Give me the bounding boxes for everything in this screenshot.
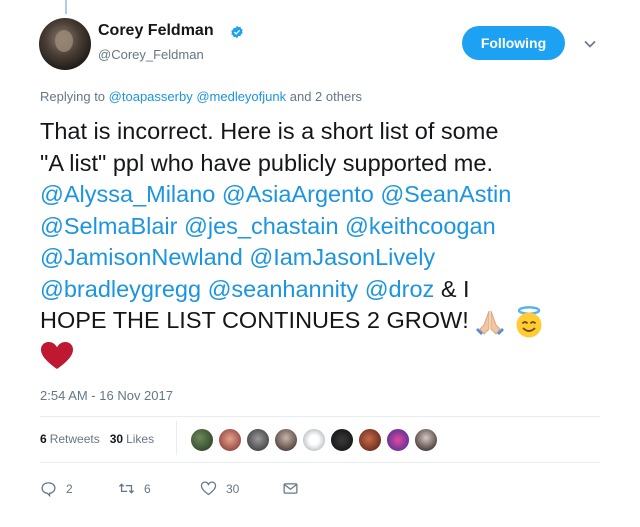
reply-suffix[interactable]: and 2 others	[290, 89, 362, 104]
reply-prefix: Replying to	[40, 89, 106, 104]
tweet-timestamp[interactable]: 2:54 AM - 16 Nov 2017	[40, 388, 173, 403]
verified-badge-icon	[231, 25, 243, 39]
retweets-count: 6	[40, 432, 47, 446]
mention-link[interactable]: @seanhannity	[208, 276, 359, 302]
liker-avatar[interactable]	[414, 428, 438, 452]
author-avatar[interactable]	[39, 18, 91, 70]
divider	[40, 462, 600, 463]
tweet-text-line: That is incorrect. Here is a short list …	[40, 118, 499, 144]
mention-link[interactable]: @jes_chastain	[184, 213, 339, 239]
reply-user-link[interactable]: @toapasserby	[109, 89, 193, 104]
mention-link[interactable]: @keithcoogan	[345, 213, 496, 239]
tweet-text-amp: & I	[440, 275, 470, 302]
likes-stat[interactable]: 30 Likes	[110, 432, 154, 446]
red-heart-emoji-icon	[41, 341, 73, 369]
mention-link[interactable]: @bradleygregg	[40, 276, 201, 302]
reply-count: 2	[66, 481, 73, 496]
liker-avatar[interactable]	[218, 428, 242, 452]
liker-avatar[interactable]	[330, 428, 354, 452]
reply-user-link[interactable]: @medleyofjunk	[196, 89, 286, 104]
thread-connector	[65, 0, 67, 14]
stats-separator	[176, 421, 177, 455]
retweets-stat[interactable]: 6 Retweets	[40, 432, 100, 446]
mention-link[interactable]: @Alyssa_Milano	[40, 181, 215, 207]
reply-icon	[41, 482, 56, 497]
tweet-text-line: "A list" ppl who have publicly supported…	[40, 149, 493, 176]
engagement-stats: 6 Retweets 30 Likes	[40, 432, 164, 446]
like-count: 30	[226, 481, 240, 496]
reply-button[interactable]: 2	[40, 480, 118, 497]
author-name[interactable]: Corey Feldman	[98, 22, 214, 40]
likes-label: Likes	[126, 432, 155, 446]
liker-avatar[interactable]	[274, 428, 298, 452]
liker-avatar[interactable]	[246, 428, 270, 452]
tweet-text: That is incorrect. Here is a short list …	[40, 116, 600, 371]
smiling-face-with-halo-emoji-icon	[516, 306, 542, 338]
divider	[40, 416, 600, 417]
liker-avatar[interactable]	[190, 428, 214, 452]
mention-link[interactable]: @SelmaBlair	[40, 213, 177, 239]
retweets-label: Retweets	[49, 432, 100, 446]
liker-avatar[interactable]	[358, 428, 382, 452]
reply-context: Replying to @toapasserby @medleyofjunk a…	[40, 89, 362, 104]
likes-count: 30	[109, 432, 124, 446]
mention-link[interactable]: @AsiaArgento	[222, 181, 374, 207]
mention-link[interactable]: @SeanAstin	[380, 181, 511, 207]
liker-avatar[interactable]	[302, 428, 326, 452]
tweet-actions: 2 6 30	[40, 480, 299, 497]
retweet-count: 6	[144, 481, 151, 496]
likers-avatars	[190, 428, 442, 452]
envelope-icon	[283, 483, 298, 494]
mention-link[interactable]: @IamJasonLively	[249, 244, 435, 270]
chevron-down-icon[interactable]	[583, 37, 597, 51]
folded-hands-emoji-icon	[476, 310, 505, 335]
author-handle[interactable]: @Corey_Feldman	[98, 47, 204, 62]
direct-message-button[interactable]	[282, 480, 299, 497]
tweet-text-line: HOPE THE LIST CONTINUES 2 GROW!	[40, 307, 469, 334]
like-button[interactable]: 30	[200, 480, 282, 497]
mention-link[interactable]: @JamisonNewland	[40, 244, 243, 270]
liker-avatar[interactable]	[386, 428, 410, 452]
mention-link[interactable]: @droz	[365, 276, 435, 302]
following-button[interactable]: Following	[462, 26, 565, 60]
retweet-button[interactable]: 6	[118, 480, 200, 497]
heart-icon	[200, 481, 217, 496]
retweet-icon	[118, 483, 135, 494]
